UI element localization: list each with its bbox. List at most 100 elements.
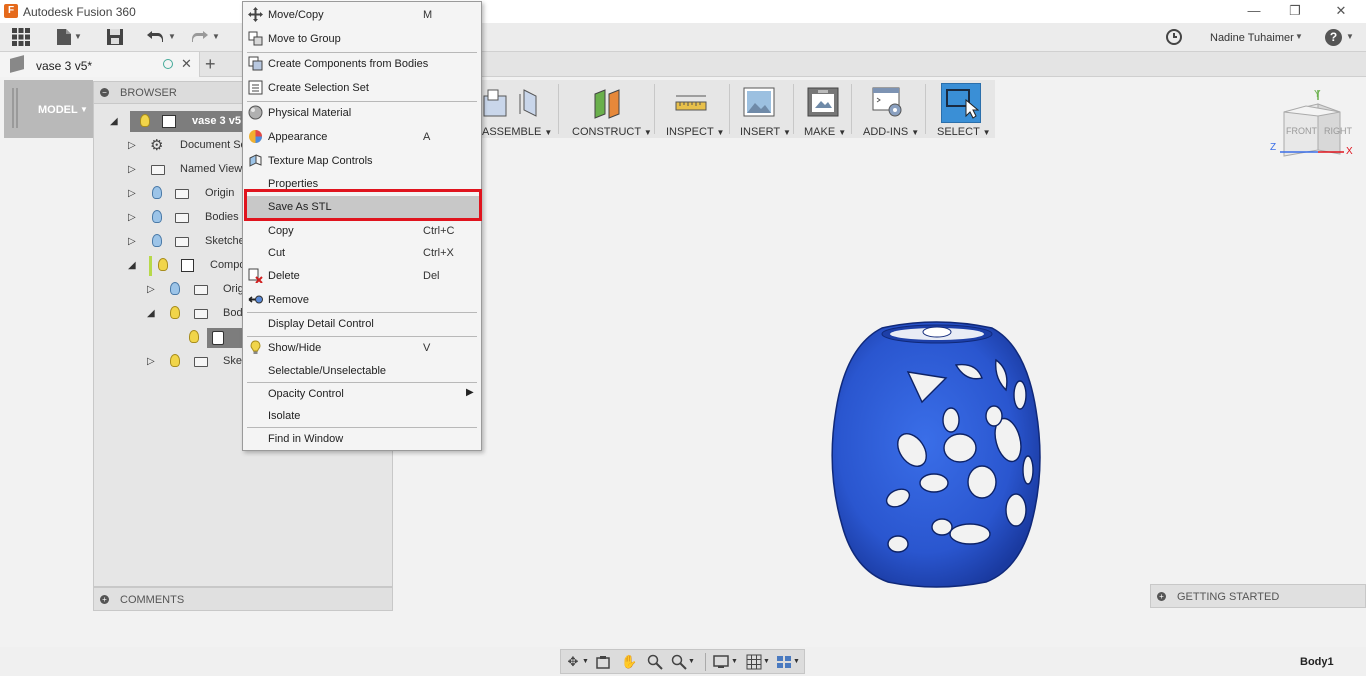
- help-caret-icon[interactable]: ▼: [1346, 32, 1354, 41]
- ribbon-construct[interactable]: CONSTRUCT ▼: [572, 126, 652, 138]
- history-icon[interactable]: [1164, 28, 1184, 48]
- expand-plus-icon[interactable]: +: [1157, 592, 1166, 601]
- document-tab[interactable]: vase 3 v5* ✕: [0, 52, 200, 77]
- redo-icon[interactable]: [190, 28, 210, 48]
- undo-caret-icon[interactable]: ▼: [168, 32, 176, 41]
- delete-icon: [248, 268, 263, 284]
- view-cube[interactable]: FRONT RIGHT Y X Z: [1266, 89, 1356, 166]
- collapse-triangle-icon[interactable]: ◢: [147, 308, 155, 319]
- nav-separator: [705, 653, 706, 671]
- redo-caret-icon[interactable]: ▼: [212, 32, 220, 41]
- visibility-bulb-icon[interactable]: [140, 114, 150, 127]
- fit-zoom-icon[interactable]: [671, 654, 687, 670]
- display-caret-icon[interactable]: ▼: [731, 658, 738, 665]
- browser-collapse-icon[interactable]: −: [100, 88, 109, 97]
- visibility-bulb-icon[interactable]: [152, 186, 162, 199]
- collapse-triangle-icon[interactable]: ◢: [128, 260, 136, 271]
- menu-item-create-components[interactable]: Create Components from Bodies: [244, 53, 480, 75]
- zoom-icon[interactable]: [647, 654, 663, 670]
- menu-item-isolate[interactable]: Isolate: [244, 405, 480, 427]
- ribbon-insert[interactable]: INSERT ▼: [740, 126, 791, 138]
- restore-button[interactable]: ❐: [1287, 3, 1303, 19]
- new-tab-button[interactable]: +: [205, 54, 216, 75]
- comments-panel[interactable]: + COMMENTS: [93, 587, 393, 611]
- menu-item-show-hide[interactable]: Show/Hide V: [244, 337, 480, 359]
- tree-label: Named View: [180, 163, 243, 175]
- ribbon-assemble[interactable]: ASSEMBLE ▼: [482, 126, 552, 138]
- zoom-caret-icon[interactable]: ▼: [688, 658, 695, 665]
- viewports-icon[interactable]: [776, 654, 792, 670]
- menu-item-texture-map-controls[interactable]: Texture Map Controls: [244, 150, 480, 172]
- close-tab-icon[interactable]: ✕: [181, 56, 192, 72]
- user-name[interactable]: Nadine Tuhaimer: [1210, 32, 1294, 44]
- orbit-caret-icon[interactable]: ▼: [582, 658, 589, 665]
- viewcube-front-label[interactable]: FRONT: [1286, 126, 1317, 136]
- viewcube-right-label[interactable]: RIGHT: [1324, 126, 1352, 136]
- ribbon-select[interactable]: SELECT ▼: [937, 126, 991, 138]
- collapse-triangle-icon[interactable]: ◢: [110, 116, 118, 127]
- look-at-icon[interactable]: [595, 654, 611, 670]
- expand-triangle-icon[interactable]: ▷: [147, 284, 155, 295]
- expand-triangle-icon[interactable]: ▷: [128, 140, 136, 151]
- getting-started-panel[interactable]: + GETTING STARTED: [1150, 584, 1366, 608]
- visibility-bulb-icon[interactable]: [170, 354, 180, 367]
- ribbon-inspect[interactable]: INSPECT ▼: [666, 126, 724, 138]
- display-settings-icon[interactable]: [713, 654, 729, 670]
- expand-triangle-icon[interactable]: ▷: [128, 236, 136, 247]
- visibility-bulb-icon[interactable]: [152, 234, 162, 247]
- menu-item-create-selection-set[interactable]: Create Selection Set: [244, 77, 480, 99]
- menu-item-move-copy[interactable]: Move/Copy M: [244, 4, 480, 26]
- root-label: vase 3 v5: [192, 115, 241, 127]
- 3d-print-icon[interactable]: [806, 86, 840, 120]
- expand-triangle-icon[interactable]: ▷: [147, 356, 155, 367]
- visibility-bulb-icon[interactable]: [170, 306, 180, 319]
- visibility-bulb-icon[interactable]: [189, 330, 199, 343]
- help-icon[interactable]: ?: [1325, 29, 1342, 46]
- ribbon-add-ins[interactable]: ADD-INS ▼: [863, 126, 919, 138]
- minimize-button[interactable]: —: [1246, 3, 1262, 19]
- menu-item-opacity-control[interactable]: Opacity Control ▶: [244, 383, 480, 405]
- grid-settings-icon[interactable]: [746, 654, 762, 670]
- menu-item-find-in-window[interactable]: Find in Window: [244, 428, 480, 450]
- assemble-icon[interactable]: [480, 86, 537, 120]
- insert-image-icon[interactable]: [742, 86, 776, 120]
- menu-item-appearance[interactable]: Appearance A: [244, 126, 480, 148]
- ribbon-make[interactable]: MAKE ▼: [804, 126, 846, 138]
- close-window-button[interactable]: ✕: [1333, 3, 1349, 19]
- menu-item-copy[interactable]: Copy Ctrl+C: [244, 220, 480, 242]
- apps-grid-icon[interactable]: [11, 28, 31, 48]
- menu-item-selectable-unselectable[interactable]: Selectable/Unselectable: [244, 360, 480, 382]
- construct-plane-icon[interactable]: [591, 86, 625, 120]
- file-icon[interactable]: [54, 28, 74, 48]
- viewports-caret-icon[interactable]: ▼: [793, 658, 800, 665]
- orbit-move-icon[interactable]: ✥: [565, 654, 581, 670]
- undo-icon[interactable]: [145, 28, 165, 48]
- main-toolbar: ▼ ▼ ▼ Nadine Tuhaimer ▼ ? ▼: [0, 23, 1366, 52]
- expand-triangle-icon[interactable]: ▷: [128, 188, 136, 199]
- visibility-bulb-icon[interactable]: [152, 210, 162, 223]
- menu-item-move-to-group[interactable]: Move to Group: [244, 28, 480, 50]
- ribbon-separator: [558, 84, 559, 134]
- workspace-switcher[interactable]: MODEL ▼: [4, 80, 93, 138]
- menu-item-remove[interactable]: Remove: [244, 289, 480, 311]
- pan-hand-icon[interactable]: ✋: [621, 654, 637, 670]
- select-tool-icon[interactable]: [941, 83, 981, 123]
- menu-item-delete[interactable]: Delete Del: [244, 265, 480, 287]
- menu-item-display-detail-control[interactable]: Display Detail Control: [244, 313, 480, 335]
- expand-plus-icon[interactable]: +: [100, 595, 109, 604]
- user-caret-icon[interactable]: ▼: [1295, 32, 1303, 41]
- menu-item-cut[interactable]: Cut Ctrl+X: [244, 242, 480, 264]
- vase-model[interactable]: [826, 320, 1048, 592]
- visibility-bulb-icon[interactable]: [170, 282, 180, 295]
- save-icon[interactable]: [105, 28, 125, 48]
- expand-triangle-icon[interactable]: ▷: [128, 212, 136, 223]
- visibility-bulb-icon[interactable]: [158, 258, 168, 271]
- menu-item-physical-material[interactable]: Physical Material: [244, 102, 480, 124]
- grid-caret-icon[interactable]: ▼: [763, 658, 770, 665]
- file-caret-icon[interactable]: ▼: [74, 32, 82, 41]
- ribbon-toolbar: ASSEMBLE ▼ CONSTRUCT ▼ INSPECT ▼ INSERT …: [478, 80, 995, 138]
- expand-triangle-icon[interactable]: ▷: [128, 164, 136, 175]
- document-cube-icon: [10, 55, 24, 73]
- scripts-addins-icon[interactable]: [871, 86, 905, 120]
- measure-icon[interactable]: [674, 86, 708, 120]
